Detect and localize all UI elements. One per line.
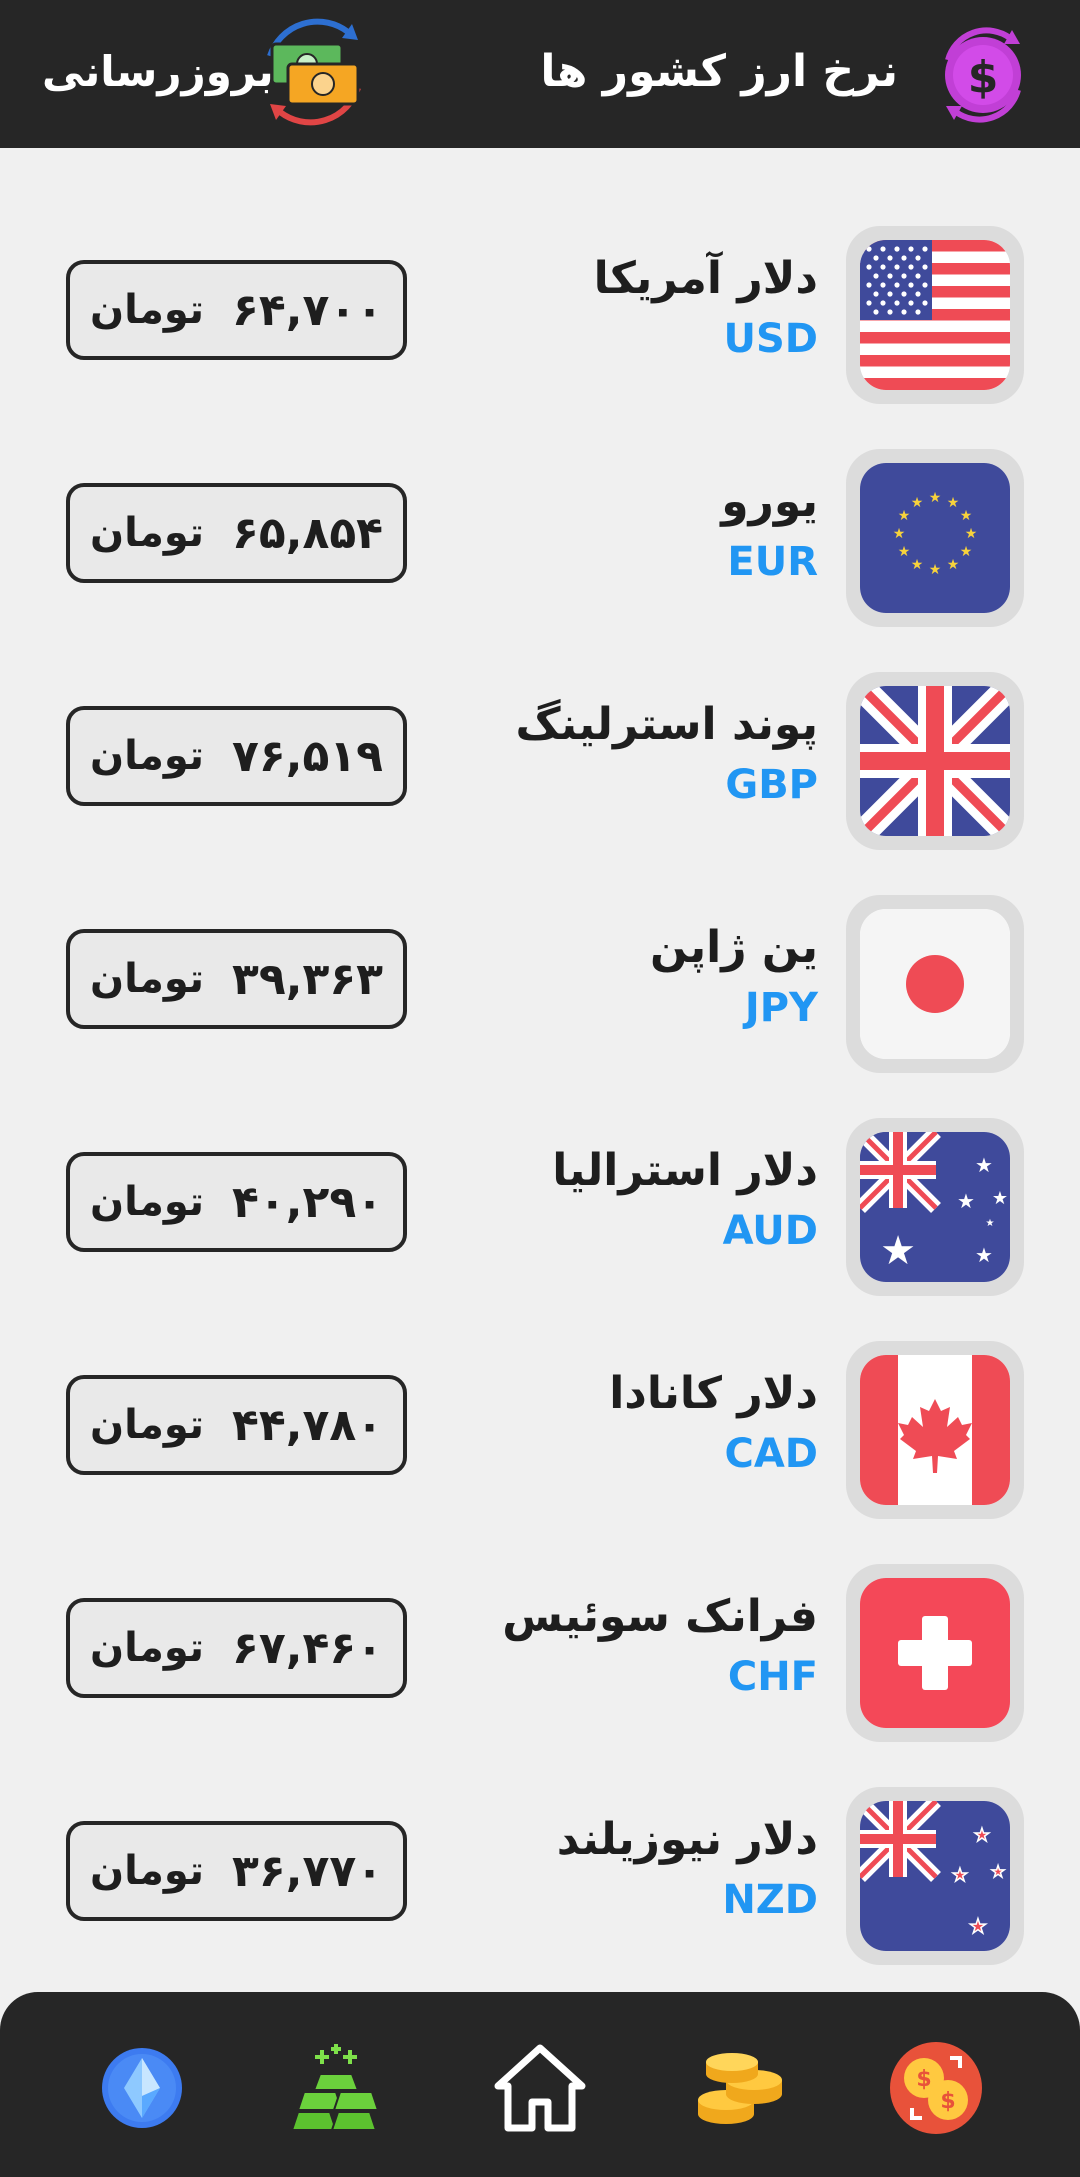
- currency-row-gbp[interactable]: پوند استرلینگ GBP تومان ۷۶,۵۱۹: [0, 594, 1080, 850]
- price-badge: تومان ۶۷,۴۶۰: [66, 1598, 408, 1698]
- price-value: ۶۴,۷۰۰: [232, 284, 384, 336]
- svg-text:★: ★: [898, 544, 911, 560]
- dollar-exchange-icon: $: [928, 20, 1038, 130]
- svg-text:★: ★: [975, 1153, 993, 1177]
- currency-code: EUR: [727, 539, 818, 585]
- money-refresh-icon[interactable]: [258, 16, 370, 128]
- svg-text:★: ★: [960, 544, 973, 560]
- page-title: نرخ ارز کشور ها: [540, 46, 898, 97]
- svg-text:★: ★: [898, 508, 911, 524]
- currency-row-cad[interactable]: دلار کانادا CAD تومان ۴۴,۷۸۰: [0, 1263, 1080, 1519]
- currency-name: دلار نیوزیلند: [556, 1814, 818, 1865]
- svg-text:★: ★: [969, 1914, 987, 1938]
- price-badge: تومان ۷۶,۵۱۹: [66, 706, 408, 806]
- price-badge: تومان ۳۶,۷۷۰: [66, 1821, 408, 1921]
- currency-row-chf[interactable]: فرانک سوئیس CHF تومان ۶۷,۴۶۰: [0, 1486, 1080, 1742]
- svg-text:★: ★: [952, 1865, 968, 1886]
- price-badge: تومان ۴۴,۷۸۰: [66, 1375, 408, 1475]
- price-badge: تومان ۶۴,۷۰۰: [66, 260, 408, 360]
- price-badge: تومان ۴۰,۲۹۰: [66, 1152, 408, 1252]
- price-unit: تومان: [90, 1848, 205, 1894]
- japan-flag-icon: [860, 909, 1010, 1059]
- currency-name: دلار استرالیا: [552, 1145, 818, 1196]
- svg-text:$: $: [968, 52, 999, 103]
- currency-row-nzd[interactable]: ★ ★ ★ ★ دلار نیوزیلند NZD تومان ۳۶,۷۷۰: [0, 1709, 1080, 1965]
- gold-coins-icon[interactable]: [692, 2040, 788, 2136]
- price-unit: تومان: [90, 1402, 205, 1448]
- price-unit: تومان: [90, 733, 205, 779]
- app-header: $ نرخ ارز کشور ها بروزرسانی: [0, 0, 1080, 148]
- svg-text:★: ★: [947, 557, 960, 573]
- price-unit: تومان: [90, 1179, 205, 1225]
- currency-name: دلار آمریکا: [593, 253, 818, 304]
- svg-text:$: $: [916, 2067, 931, 2092]
- switzerland-flag-icon: [860, 1578, 1010, 1728]
- svg-text:★: ★: [893, 526, 906, 542]
- svg-text:★: ★: [911, 557, 924, 573]
- new-zealand-flag-icon: ★ ★ ★ ★: [860, 1801, 1010, 1951]
- uk-flag-icon: [860, 686, 1010, 836]
- price-value: ۴۰,۲۹۰: [232, 1176, 384, 1228]
- currency-row-jpy[interactable]: ین ژاپن JPY تومان ۳۹,۳۶۳: [0, 817, 1080, 1073]
- currency-name: ین ژاپن: [650, 922, 818, 973]
- svg-text:★: ★: [929, 562, 942, 578]
- price-value: ۶۷,۴۶۰: [232, 1622, 384, 1674]
- svg-text:★: ★: [957, 1189, 975, 1213]
- svg-text:★: ★: [991, 1862, 1005, 1881]
- currency-code: CAD: [724, 1431, 818, 1477]
- price-unit: تومان: [90, 956, 205, 1002]
- australia-flag-icon: ★ ★ ★ ★ ★ ★: [860, 1132, 1010, 1282]
- currency-list: دلار آمریکا USD تومان ۶۴,۷۰۰ ★ ★ ★ ★ ★ ★: [0, 148, 1080, 1992]
- currency-code: CHF: [727, 1654, 818, 1700]
- price-value: ۳۶,۷۷۰: [232, 1845, 384, 1897]
- price-unit: تومان: [90, 287, 205, 333]
- price-value: ۴۴,۷۸۰: [232, 1399, 384, 1451]
- currency-row-eur[interactable]: ★ ★ ★ ★ ★ ★ ★ ★ ★ ★ ★ ★ یورو EUR تومان ۶…: [0, 371, 1080, 627]
- us-flag-icon: [860, 240, 1010, 390]
- svg-text:★: ★: [929, 490, 942, 506]
- svg-text:★: ★: [911, 495, 924, 511]
- price-badge: تومان ۳۹,۳۶۳: [66, 929, 408, 1029]
- eu-flag-icon: ★ ★ ★ ★ ★ ★ ★ ★ ★ ★ ★ ★: [860, 463, 1010, 613]
- currency-name: فرانک سوئیس: [502, 1591, 818, 1642]
- currency-exchange-icon[interactable]: $ $: [888, 2040, 984, 2136]
- currency-code: USD: [723, 316, 819, 362]
- price-value: ۶۵,۸۵۴: [232, 507, 384, 559]
- price-value: ۷۶,۵۱۹: [232, 730, 384, 782]
- svg-text:★: ★: [974, 1825, 990, 1846]
- price-badge: تومان ۶۵,۸۵۴: [66, 483, 408, 583]
- currency-name: یورو: [721, 476, 818, 527]
- refresh-label[interactable]: بروزرسانی: [42, 40, 274, 104]
- currency-name: پوند استرلینگ: [515, 699, 818, 750]
- currency-code: JPY: [744, 985, 818, 1031]
- svg-text:$: $: [940, 2089, 955, 2114]
- svg-text:★: ★: [965, 526, 978, 542]
- bottom-nav: $ $: [0, 1992, 1080, 2177]
- svg-text:★: ★: [960, 508, 973, 524]
- crypto-diamond-icon[interactable]: [94, 2040, 190, 2136]
- price-unit: تومان: [90, 510, 205, 556]
- svg-text:★: ★: [947, 495, 960, 511]
- currency-code: NZD: [722, 1877, 818, 1923]
- price-value: ۳۹,۳۶۳: [232, 953, 384, 1005]
- currency-code: AUD: [722, 1208, 818, 1254]
- currency-code: GBP: [725, 762, 818, 808]
- flag-tile: ★ ★ ★ ★: [846, 1787, 1024, 1965]
- currency-row-aud[interactable]: ★ ★ ★ ★ ★ ★ دلار استرالیا AUD تومان ۴۰,۲…: [0, 1040, 1080, 1296]
- gold-bars-icon[interactable]: [290, 2040, 386, 2136]
- home-icon[interactable]: [492, 2040, 588, 2136]
- svg-text:★: ★: [986, 1218, 995, 1229]
- price-unit: تومان: [90, 1625, 205, 1671]
- canada-flag-icon: [860, 1355, 1010, 1505]
- currency-row-usd[interactable]: دلار آمریکا USD تومان ۶۴,۷۰۰: [0, 148, 1080, 404]
- svg-text:★: ★: [992, 1188, 1008, 1209]
- currency-name: دلار کانادا: [609, 1368, 818, 1419]
